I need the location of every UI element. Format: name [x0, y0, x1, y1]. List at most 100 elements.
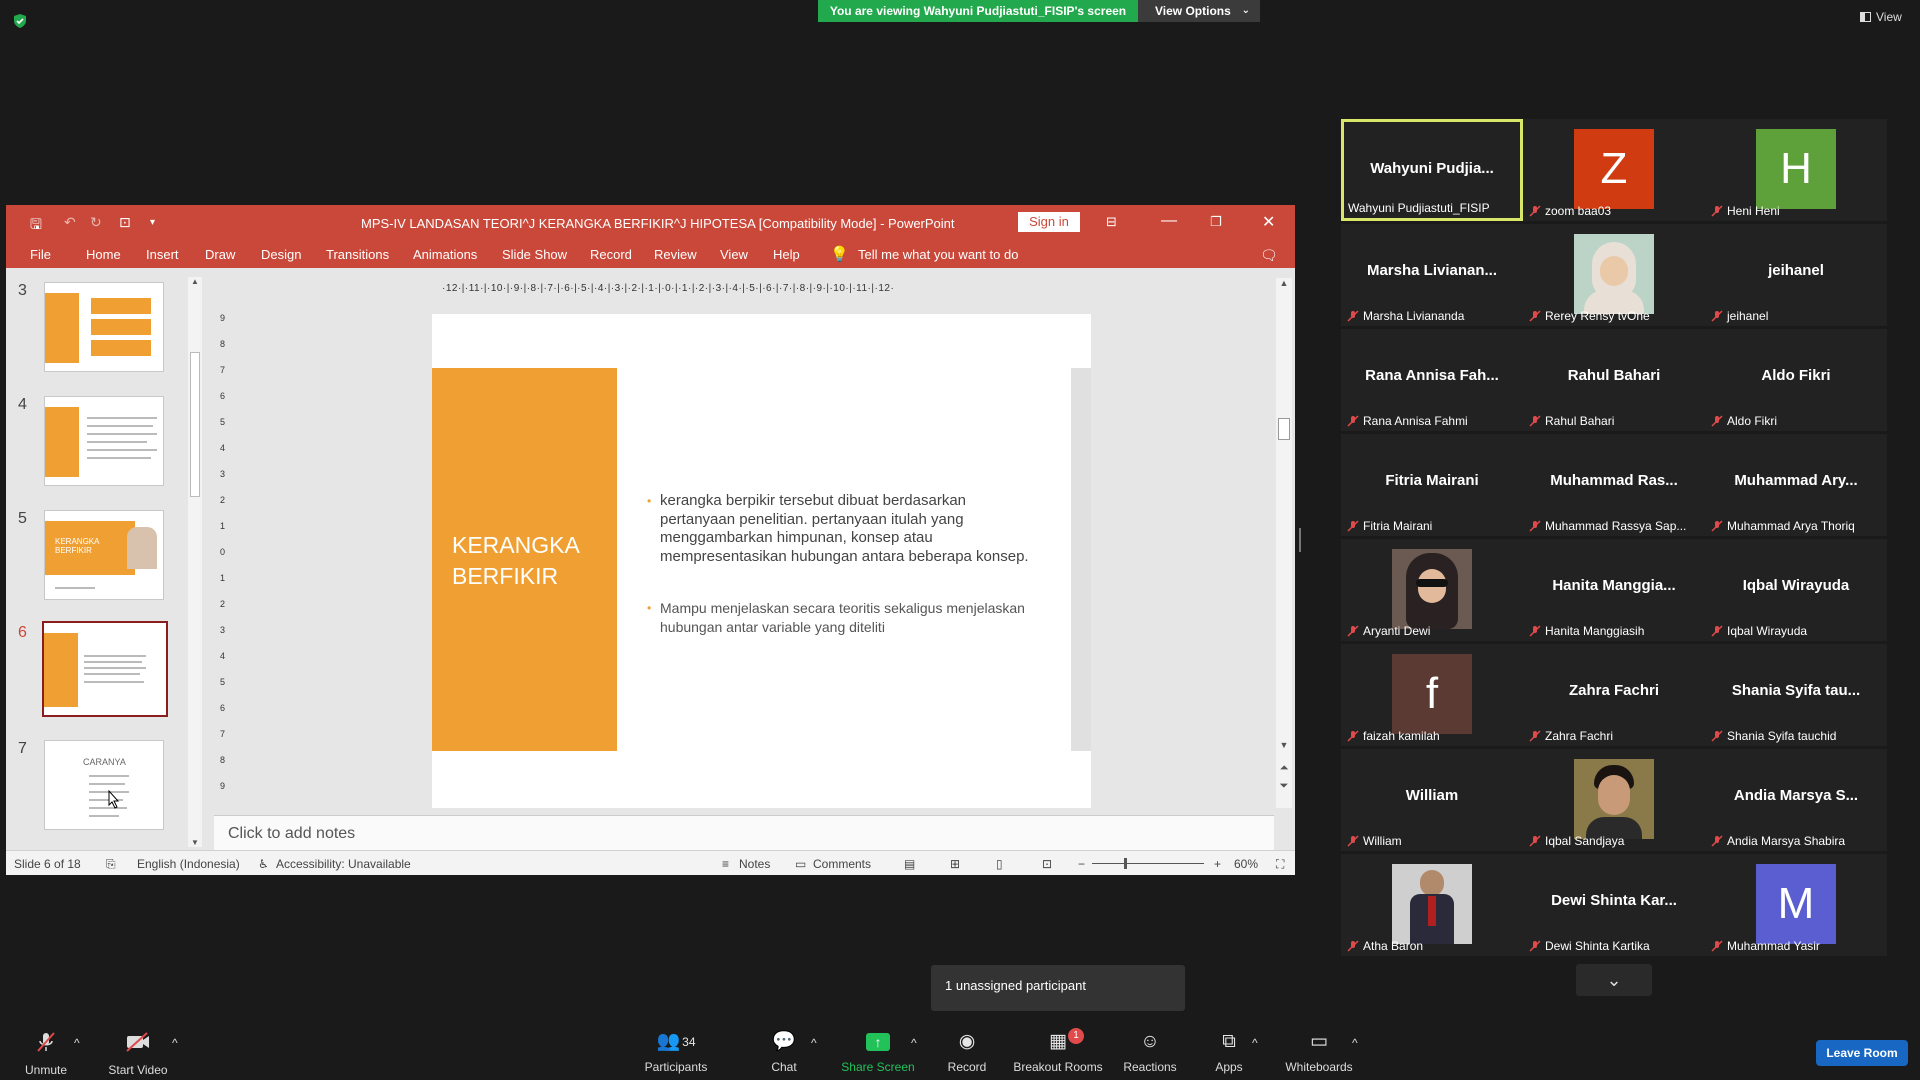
slide-bullet-2[interactable]: • Mampu menjelaskan secara teoritis seka… [647, 599, 1040, 636]
fit-to-window-icon[interactable]: ⛶ [1276, 857, 1284, 872]
participant-tile[interactable]: Marsha Livianan... Marsha Liviananda [1341, 224, 1523, 326]
scroll-up-arrow-icon[interactable]: ▲ [1276, 278, 1292, 288]
spellcheck-icon[interactable]: ⎘ [106, 857, 116, 872]
scroll-down-arrow-icon[interactable]: ▼ [1276, 740, 1292, 750]
tab-insert[interactable]: Insert [146, 247, 179, 262]
tell-me-search[interactable]: Tell me what you want to do [858, 247, 1018, 262]
restore-icon[interactable]: ❐ [1210, 214, 1222, 230]
scroll-up-arrow-icon[interactable]: ▲ [188, 277, 202, 286]
scroll-down-arrow-icon[interactable]: ▼ [188, 838, 202, 847]
zoom-out-icon[interactable]: − [1078, 857, 1085, 871]
whiteboards-button[interactable]: ▭ Whiteboards [1280, 1030, 1358, 1074]
participant-tile[interactable]: Muhammad Ras... Muhammad Rassya Sap... [1523, 434, 1705, 536]
share-screen-button[interactable]: ↑ Share Screen [838, 1030, 918, 1074]
slide-title[interactable]: KERANGKA BERFIKIR [452, 530, 580, 592]
editor-scrollbar[interactable]: ▲ ▼ ⏶ ⏷ [1276, 278, 1292, 808]
tab-view[interactable]: View [720, 247, 748, 262]
tab-home[interactable]: Home [86, 247, 121, 262]
apps-options-caret-icon[interactable]: ^ [1252, 1036, 1258, 1050]
participant-tile[interactable]: Rana Annisa Fah... Rana Annisa Fahmi [1341, 329, 1523, 431]
breakout-rooms-button[interactable]: ▦ 1 Breakout Rooms [1012, 1028, 1104, 1074]
participant-tile[interactable]: Zahra Fachri Zahra Fachri [1523, 644, 1705, 746]
notes-toggle-button[interactable]: Notes [739, 857, 770, 871]
record-button[interactable]: ◉ Record [942, 1030, 992, 1074]
tab-help[interactable]: Help [773, 247, 800, 262]
tab-draw[interactable]: Draw [205, 247, 235, 262]
tab-design[interactable]: Design [261, 247, 301, 262]
participant-tile[interactable]: Hanita Manggia... Hanita Manggiasih [1523, 539, 1705, 641]
participant-tile[interactable]: jeihanel jeihanel [1705, 224, 1887, 326]
participant-tile[interactable]: Rahul Bahari Rahul Bahari [1523, 329, 1705, 431]
chat-options-caret-icon[interactable]: ^ [811, 1036, 817, 1050]
reading-view-icon[interactable]: ▯ [996, 857, 1003, 871]
previous-slide-icon[interactable]: ⏶ [1276, 762, 1292, 775]
participant-tile[interactable]: Atha Baron [1341, 854, 1523, 956]
tab-transitions[interactable]: Transitions [326, 247, 389, 262]
ribbon-display-icon[interactable]: ⊟ [1106, 214, 1117, 230]
tab-file[interactable]: File [30, 247, 51, 262]
slide-sorter-icon[interactable]: ⊞ [950, 857, 960, 871]
share-options-caret-icon[interactable]: ^ [911, 1036, 917, 1050]
unmute-button[interactable]: Unmute [18, 1030, 74, 1077]
participant-tile[interactable]: Shania Syifa tau... Shania Syifa tauchid [1705, 644, 1887, 746]
notes-pane[interactable]: Click to add notes [214, 815, 1274, 850]
participant-tile[interactable]: M Muhammad Yasir [1705, 854, 1887, 956]
participant-tile[interactable]: Andia Marsya S... Andia Marsya Shabira [1705, 749, 1887, 851]
language-indicator[interactable]: English (Indonesia) [137, 857, 240, 871]
tab-record[interactable]: Record [590, 247, 632, 262]
tab-animations[interactable]: Animations [413, 247, 477, 262]
whiteboard-options-caret-icon[interactable]: ^ [1352, 1036, 1358, 1050]
close-icon[interactable]: ✕ [1262, 212, 1275, 232]
slide-thumbnail-5[interactable]: KERANGKA BERFIKIR [44, 510, 164, 600]
view-options-button[interactable]: View Options ⌄ [1138, 0, 1260, 22]
apps-button[interactable]: ⧉ Apps [1208, 1030, 1250, 1074]
participant-tile[interactable]: Iqbal Sandjaya [1523, 749, 1705, 851]
participant-tile[interactable]: Fitria Mairani Fitria Mairani [1341, 434, 1523, 536]
participant-tile[interactable]: Wahyuni Pudjia... Wahyuni Pudjiastuti_FI… [1341, 119, 1523, 221]
thumbnails-scrollbar[interactable]: ▲ ▼ [188, 277, 202, 847]
participant-tile[interactable]: Iqbal Wirayuda Iqbal Wirayuda [1705, 539, 1887, 641]
slide-thumbnail-6-selected[interactable] [42, 621, 168, 717]
slide-thumbnail-7[interactable]: CARANYA [44, 740, 164, 830]
slide-thumbnail-4[interactable] [44, 396, 164, 486]
participant-tile[interactable]: Dewi Shinta Kar... Dewi Shinta Kartika [1523, 854, 1705, 956]
redo-icon[interactable]: ↻ [90, 214, 102, 231]
save-icon[interactable]: 🖫 [30, 214, 42, 238]
comments-icon[interactable]: 🗨 [1260, 247, 1278, 264]
zoom-level[interactable]: 60% [1234, 857, 1258, 871]
slideshow-view-icon[interactable]: ⊡ [1042, 857, 1052, 871]
start-video-button[interactable]: Start Video [102, 1030, 174, 1077]
audio-options-caret-icon[interactable]: ^ [74, 1036, 80, 1050]
zoom-slider[interactable] [1092, 863, 1204, 864]
participant-tile[interactable]: Aldo Fikri Aldo Fikri [1705, 329, 1887, 431]
accessibility-status[interactable]: Accessibility: Unavailable [276, 857, 411, 871]
view-button[interactable]: View [1860, 10, 1902, 24]
zoom-slider-thumb[interactable] [1124, 858, 1127, 869]
security-shield-icon[interactable] [12, 13, 28, 29]
current-slide-canvas[interactable]: KERANGKA BERFIKIR • kerangka berpikir te… [432, 314, 1091, 808]
chat-button[interactable]: 💬 Chat [762, 1030, 806, 1074]
zoom-in-icon[interactable]: + [1214, 857, 1221, 871]
participant-tile[interactable]: H Heni Heni [1705, 119, 1887, 221]
normal-view-icon[interactable]: ▤ [904, 857, 915, 871]
leave-room-button[interactable]: Leave Room [1816, 1040, 1908, 1066]
participant-tile[interactable]: William William [1341, 749, 1523, 851]
scrollbar-thumb[interactable] [190, 352, 200, 497]
minimize-icon[interactable]: — [1161, 212, 1177, 230]
participant-tile[interactable]: Aryanti Dewi [1341, 539, 1523, 641]
video-options-caret-icon[interactable]: ^ [172, 1036, 178, 1050]
gallery-next-page-button[interactable]: ⌄ [1576, 964, 1652, 996]
next-slide-icon[interactable]: ⏷ [1276, 780, 1292, 793]
comments-toggle-button[interactable]: Comments [813, 857, 871, 871]
sign-in-button[interactable]: Sign in [1018, 212, 1080, 232]
tab-slide-show[interactable]: Slide Show [502, 247, 567, 262]
unassigned-participant-tooltip[interactable]: 1 unassigned participant [931, 965, 1185, 1011]
participant-tile[interactable]: Z zoom baa03 [1523, 119, 1705, 221]
start-slideshow-icon[interactable]: ⊡ [119, 214, 131, 231]
slide-bullet-1[interactable]: • kerangka berpikir tersebut dibuat berd… [647, 492, 1030, 566]
slide-thumbnail-3[interactable] [44, 282, 164, 372]
customize-toolbar-icon[interactable]: ▾ [150, 217, 155, 228]
scrollbar-thumb[interactable] [1278, 418, 1290, 440]
participants-button[interactable]: 👥 34 Participants [640, 1030, 712, 1074]
reactions-button[interactable]: ☺ Reactions [1122, 1030, 1178, 1074]
